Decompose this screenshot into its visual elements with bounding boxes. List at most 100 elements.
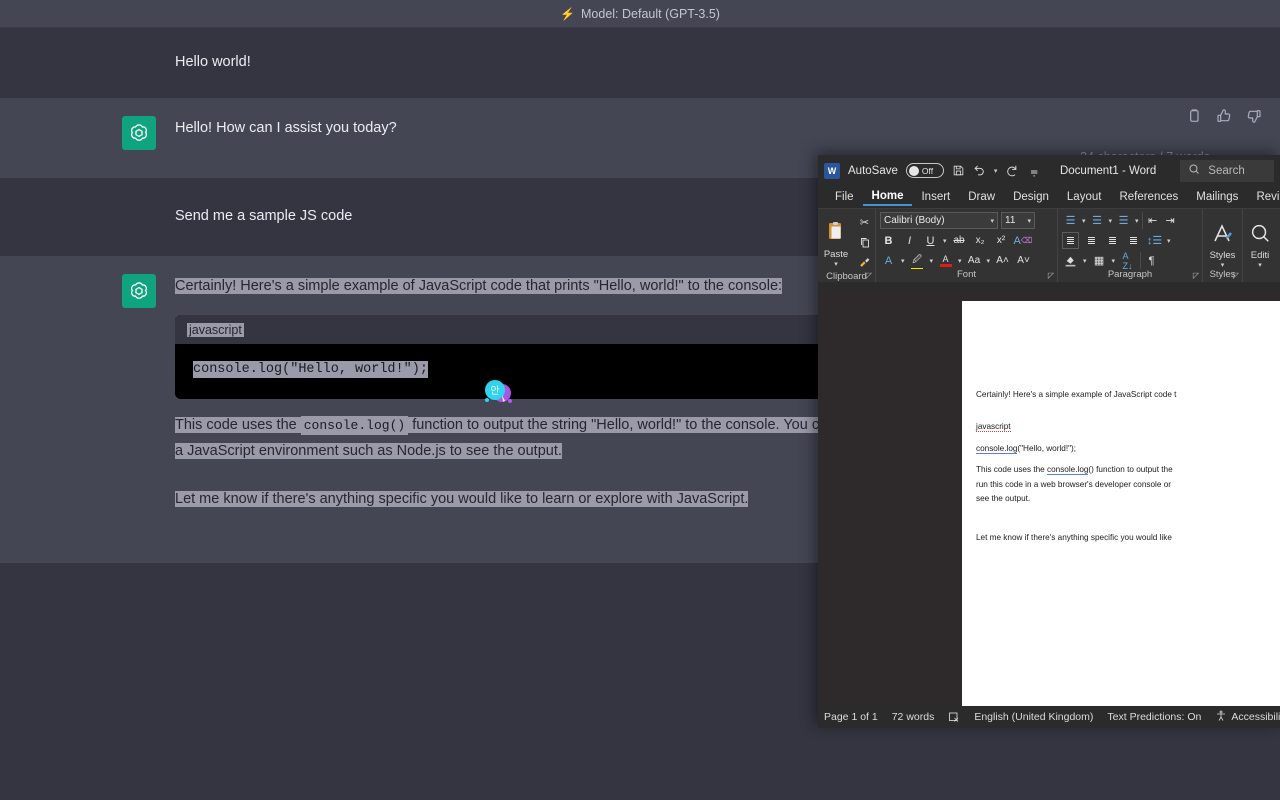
align-left-icon[interactable]: ≣ <box>1062 232 1079 249</box>
bold-button[interactable]: B <box>880 232 897 249</box>
save-icon[interactable] <box>952 164 965 177</box>
tab-home[interactable]: Home <box>862 188 913 206</box>
thumbs-down-icon[interactable] <box>1246 108 1262 129</box>
change-case-dropdown-icon[interactable]: ▾ <box>987 257 991 265</box>
clear-formatting-icon[interactable]: A ⌫ <box>1014 232 1033 249</box>
status-word-count[interactable]: 72 words <box>892 711 935 723</box>
change-case-button[interactable]: Aa <box>966 252 983 269</box>
openai-logo-icon <box>122 115 156 150</box>
grow-font-icon[interactable]: A˄ <box>994 252 1011 269</box>
status-page[interactable]: Page 1 of 1 <box>824 711 878 723</box>
autosave-toggle[interactable]: Off <box>905 163 944 178</box>
align-center-icon[interactable]: ≣ <box>1083 232 1100 249</box>
styles-dropdown-icon[interactable]: ▾ <box>1221 261 1225 269</box>
tab-insert[interactable]: Insert <box>912 189 959 205</box>
shading-dropdown-icon[interactable]: ▾ <box>1083 257 1087 265</box>
font-color-icon[interactable]: A <box>937 252 954 269</box>
ribbon-group-clipboard: Paste ▾ ✂ Clipboard ◸ <box>818 209 876 282</box>
status-accessibility[interactable]: Accessibility: Good to go <box>1215 710 1280 725</box>
font-name-value: Calibri (Body) <box>884 215 945 226</box>
text-effects-icon[interactable]: A <box>880 252 897 269</box>
format-painter-icon[interactable] <box>856 254 873 271</box>
line-spacing-icon[interactable]: ↕☰ <box>1146 232 1163 249</box>
bullets-dropdown-icon[interactable]: ▾ <box>1082 217 1086 225</box>
scissors-icon[interactable]: ✂ <box>856 214 873 231</box>
borders-dropdown-icon[interactable]: ▾ <box>1112 257 1116 265</box>
multilevel-dropdown-icon[interactable]: ▾ <box>1135 217 1139 225</box>
inline-code-console-log: console.log() <box>300 416 409 436</box>
editing-dropdown-icon[interactable]: ▾ <box>1258 261 1262 269</box>
superscript-icon[interactable]: x² <box>993 232 1010 249</box>
dialog-launcher-icon[interactable]: ◸ <box>866 271 872 280</box>
document-title: Document1 - Word <box>1059 164 1157 177</box>
line-spacing-dropdown-icon[interactable]: ▾ <box>1167 237 1171 245</box>
status-language[interactable]: English (United Kingdom) <box>974 711 1093 723</box>
font-size-combo[interactable]: 11 ▾ <box>1001 212 1035 229</box>
assistant-paragraph-1-text: Certainly! Here's a simple example of Ja… <box>175 277 783 294</box>
numbering-dropdown-icon[interactable]: ▾ <box>1109 217 1113 225</box>
tab-layout[interactable]: Layout <box>1058 189 1111 205</box>
search-box[interactable]: Search <box>1180 159 1274 182</box>
thumbs-up-icon[interactable] <box>1216 108 1232 129</box>
styles-button-label: Styles <box>1209 250 1236 261</box>
underline-button[interactable]: U <box>922 232 939 249</box>
undo-icon[interactable] <box>973 164 986 177</box>
dialog-launcher-icon[interactable]: ◸ <box>1048 271 1054 280</box>
tab-file[interactable]: File <box>826 189 863 205</box>
shading-icon[interactable] <box>1062 252 1079 269</box>
shrink-font-icon[interactable]: A˅ <box>1015 252 1032 269</box>
highlight-dropdown-icon[interactable]: ▾ <box>930 257 934 265</box>
font-group-label: Font <box>956 269 976 280</box>
document-text[interactable]: Certainly! Here's a simple example of Ja… <box>962 301 1280 544</box>
doc-console-log-link-1[interactable]: console.log <box>976 443 1018 454</box>
decrease-indent-icon[interactable]: ⇤ <box>1141 212 1159 229</box>
tab-draw[interactable]: Draw <box>959 189 1004 205</box>
underline-dropdown-icon[interactable]: ▾ <box>943 237 947 245</box>
autosave-state: Off <box>921 165 934 176</box>
find-icon[interactable] <box>1246 216 1274 250</box>
proofing-errors-icon[interactable] <box>948 711 960 723</box>
italic-button[interactable]: I <box>901 232 918 249</box>
justify-icon[interactable]: ≣ <box>1125 232 1142 249</box>
font-name-combo[interactable]: Calibri (Body) ▾ <box>880 212 998 229</box>
document-canvas[interactable]: Certainly! Here's a simple example of Ja… <box>818 291 1280 706</box>
strikethrough-icon[interactable]: ab <box>951 232 968 249</box>
tab-review[interactable]: Review <box>1247 189 1280 205</box>
multilevel-list-icon[interactable]: ☰ <box>1115 212 1132 229</box>
numbered-list-icon[interactable]: ☰ <box>1089 212 1106 229</box>
styles-icon[interactable] <box>1209 216 1237 250</box>
chevron-down-icon: ▾ <box>990 217 994 225</box>
search-icon <box>1188 163 1200 178</box>
align-right-icon[interactable]: ≣ <box>1104 232 1121 249</box>
status-text-predictions[interactable]: Text Predictions: On <box>1107 711 1201 723</box>
sort-icon[interactable]: A Z↓ <box>1119 251 1136 271</box>
increase-indent-icon[interactable]: ⇥ <box>1162 212 1179 229</box>
paste-dropdown-icon[interactable]: ▾ <box>834 260 838 268</box>
paste-icon[interactable] <box>822 215 850 249</box>
font-color-dropdown-icon[interactable]: ▾ <box>958 257 962 265</box>
tab-references[interactable]: References <box>1110 189 1187 205</box>
code-text: console.log("Hello, world!"); <box>193 361 428 379</box>
word-window[interactable]: W AutoSave Off ▾ ⩦ Document1 - Word Sear… <box>818 155 1280 728</box>
text-highlight-icon[interactable]: 🖉 <box>909 252 926 269</box>
ribbon-group-paragraph: ☰ ▾ ☰ ▾ ☰ ▾ ⇤ ⇥ ≣ ≣ ≣ ≣ ↕☰ ▾ ▾ ▦ ▾ A Z↓ … <box>1058 209 1203 282</box>
redo-icon[interactable] <box>1005 164 1018 177</box>
bullet-list-icon[interactable]: ☰ <box>1062 212 1079 229</box>
tab-design[interactable]: Design <box>1004 189 1058 205</box>
tab-mailings[interactable]: Mailings <box>1187 189 1247 205</box>
show-formatting-marks-icon[interactable]: ¶ <box>1140 252 1157 269</box>
dialog-launcher-icon[interactable]: ◸ <box>1193 271 1199 280</box>
subscript-icon[interactable]: x₂ <box>972 232 989 249</box>
copy-icon[interactable] <box>1186 108 1202 129</box>
customize-quick-access-icon[interactable]: ⩦ <box>1030 163 1038 179</box>
doc-console-log-link-2[interactable]: console.log <box>1047 465 1089 476</box>
document-page[interactable]: Certainly! Here's a simple example of Ja… <box>962 301 1280 706</box>
copy-icon[interactable] <box>856 234 873 251</box>
toggle-knob <box>908 165 919 176</box>
dialog-launcher-icon[interactable]: ◸ <box>1233 271 1239 280</box>
status-accessibility-label: Accessibility: Good to go <box>1231 711 1280 723</box>
borders-icon[interactable]: ▦ <box>1091 252 1108 269</box>
doc-paragraph-2: javascript <box>976 421 1280 433</box>
undo-dropdown-icon[interactable]: ▾ <box>994 167 998 175</box>
text-effects-dropdown-icon[interactable]: ▾ <box>901 257 905 265</box>
